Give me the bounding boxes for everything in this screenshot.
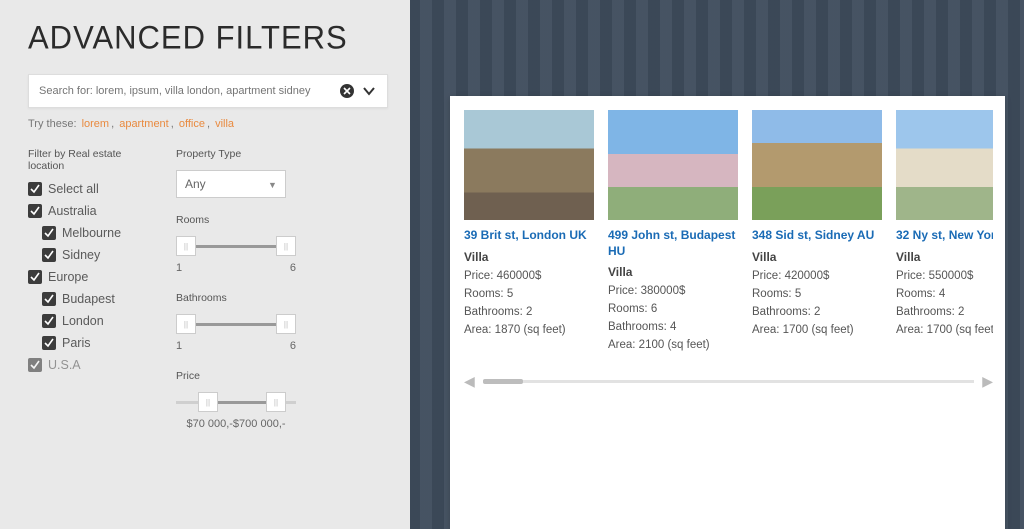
results-scrollbar[interactable] (483, 380, 974, 383)
listing-bathrooms: Bathrooms: 2 (896, 306, 993, 318)
listing-price: Price: 460000$ (464, 270, 594, 282)
listing-type: Villa (464, 250, 594, 264)
listing-area: Area: 1700 (sq feet) (896, 324, 993, 336)
listing-bathrooms: Bathrooms: 2 (752, 306, 882, 318)
listing-title[interactable]: 32 Ny st, New York, NY (896, 228, 993, 244)
listing-bathrooms: Bathrooms: 4 (608, 321, 738, 333)
location-checkbox-sidney[interactable]: Sidney (42, 248, 158, 262)
listing-card[interactable]: 32 Ny st, New York, NY Villa Price: 5500… (896, 110, 993, 357)
results-list: 39 Brit st, London UK Villa Price: 46000… (464, 110, 993, 357)
slider-handle-min[interactable]: || (176, 314, 196, 334)
suggestion-link[interactable]: apartment (119, 118, 169, 130)
search-bar (28, 74, 388, 108)
checkmark-icon (42, 248, 56, 262)
suggestion-link[interactable]: lorem (82, 118, 110, 130)
listing-area: Area: 2100 (sq feet) (608, 339, 738, 351)
listing-card[interactable]: 39 Brit st, London UK Villa Price: 46000… (464, 110, 594, 357)
listing-title[interactable]: 499 John st, Budapest HU (608, 228, 738, 259)
results-panel: 39 Brit st, London UK Villa Price: 46000… (450, 96, 1005, 529)
checkmark-icon (28, 204, 42, 218)
suggestion-link[interactable]: villa (215, 118, 234, 130)
location-checkbox-budapest[interactable]: Budapest (42, 292, 158, 306)
listing-title[interactable]: 39 Brit st, London UK (464, 228, 594, 244)
location-checkbox-paris[interactable]: Paris (42, 336, 158, 350)
listing-rooms: Rooms: 4 (896, 288, 993, 300)
page-title: ADVANCED FILTERS (28, 19, 388, 57)
try-label: Try these: (28, 118, 77, 130)
bathrooms-slider-label: Bathrooms (176, 292, 388, 304)
rooms-slider[interactable]: || || (176, 234, 296, 258)
location-checkbox-usa[interactable]: U.S.A (28, 358, 158, 372)
listing-title[interactable]: 348 Sid st, Sidney AU (752, 228, 882, 244)
location-checkbox-europe[interactable]: Europe (28, 270, 158, 284)
slider-handle-max[interactable]: || (276, 236, 296, 256)
scroll-right-icon[interactable]: ▶ (982, 373, 993, 390)
bathrooms-max-value: 6 (290, 340, 296, 352)
listing-rooms: Rooms: 6 (608, 303, 738, 315)
listing-bathrooms: Bathrooms: 2 (464, 306, 594, 318)
listing-type: Villa (752, 250, 882, 264)
listing-thumbnail (896, 110, 993, 220)
location-checkbox-australia[interactable]: Australia (28, 204, 158, 218)
scrollbar-thumb[interactable] (483, 379, 523, 384)
listing-card[interactable]: 499 John st, Budapest HU Villa Price: 38… (608, 110, 738, 357)
filters-sidebar: ADVANCED FILTERS Try these: lorem, apart… (0, 0, 410, 529)
listing-type: Villa (896, 250, 993, 264)
location-filter-label: Filter by Real estate location (28, 148, 158, 172)
rooms-max-value: 6 (290, 262, 296, 274)
listing-price: Price: 550000$ (896, 270, 993, 282)
property-type-select[interactable]: Any (176, 170, 286, 198)
checkmark-icon (28, 270, 42, 284)
slider-handle-max[interactable]: || (266, 392, 286, 412)
location-checkbox-select-all[interactable]: Select all (28, 182, 158, 196)
location-checkbox-melbourne[interactable]: Melbourne (42, 226, 158, 240)
search-input[interactable] (39, 85, 333, 97)
listing-price: Price: 380000$ (608, 285, 738, 297)
property-type-label: Property Type (176, 148, 388, 160)
listing-area: Area: 1700 (sq feet) (752, 324, 882, 336)
price-slider[interactable]: || || (176, 390, 296, 414)
checkmark-icon (42, 314, 56, 328)
checkmark-icon (28, 358, 42, 372)
slider-handle-min[interactable]: || (176, 236, 196, 256)
listing-thumbnail (464, 110, 594, 220)
checkmark-icon (42, 226, 56, 240)
checkmark-icon (42, 336, 56, 350)
slider-handle-min[interactable]: || (198, 392, 218, 412)
location-checkbox-london[interactable]: London (42, 314, 158, 328)
price-slider-label: Price (176, 370, 388, 382)
scroll-left-icon[interactable]: ◀ (464, 373, 475, 390)
rooms-min-value: 1 (176, 262, 182, 274)
bathrooms-slider[interactable]: || || (176, 312, 296, 336)
suggestion-line: Try these: lorem, apartment, office, vil… (28, 118, 388, 130)
listing-rooms: Rooms: 5 (752, 288, 882, 300)
listing-type: Villa (608, 265, 738, 279)
price-range-text: $70 000,-$700 000,- (176, 418, 296, 430)
bathrooms-min-value: 1 (176, 340, 182, 352)
listing-thumbnail (752, 110, 882, 220)
checkmark-icon (42, 292, 56, 306)
listing-price: Price: 420000$ (752, 270, 882, 282)
chevron-down-icon[interactable] (361, 83, 377, 99)
listing-rooms: Rooms: 5 (464, 288, 594, 300)
checkmark-icon (28, 182, 42, 196)
slider-handle-max[interactable]: || (276, 314, 296, 334)
listing-card[interactable]: 348 Sid st, Sidney AU Villa Price: 42000… (752, 110, 882, 357)
listing-area: Area: 1870 (sq feet) (464, 324, 594, 336)
suggestion-link[interactable]: office (179, 118, 205, 130)
clear-search-icon[interactable] (339, 83, 355, 99)
listing-thumbnail (608, 110, 738, 220)
rooms-slider-label: Rooms (176, 214, 388, 226)
